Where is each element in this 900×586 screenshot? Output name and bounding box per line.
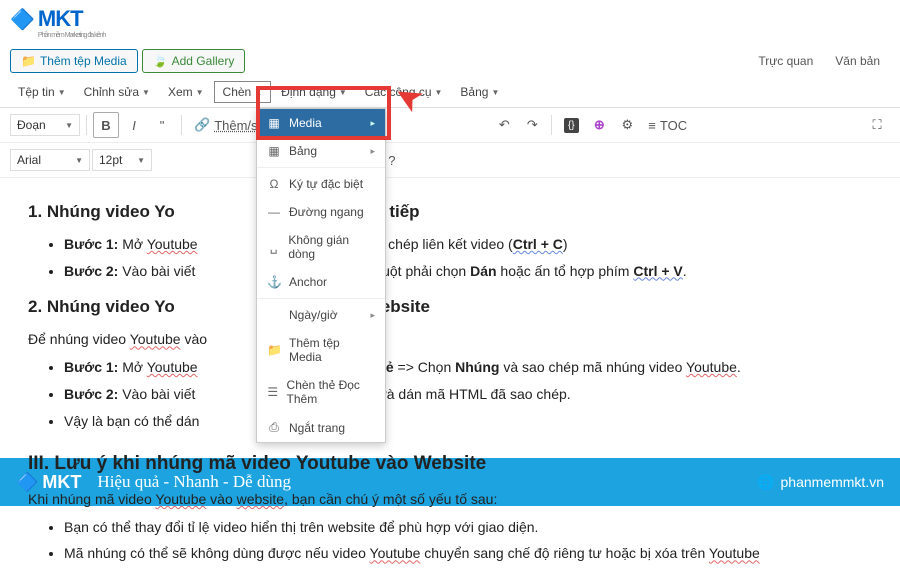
- italic-button[interactable]: I: [121, 112, 147, 138]
- dropdown-hr[interactable]: —Đường ngang: [257, 198, 385, 226]
- media-button-row: 📁 Thêm tệp Media 🍃 Add Gallery Trực quan…: [0, 45, 900, 77]
- dropdown-special-char[interactable]: ΩKý tự đặc biệt: [257, 170, 385, 198]
- tab-text[interactable]: Văn bản: [825, 50, 890, 72]
- anchor-icon: ⚓: [267, 275, 281, 289]
- dropdown-media[interactable]: ▦Media▸: [257, 109, 385, 137]
- menu-format[interactable]: Định dạng▼: [273, 82, 355, 102]
- dropdown-page-break[interactable]: ⎙Ngắt trang: [257, 413, 385, 442]
- readmore-icon: ☰: [267, 385, 279, 399]
- menu-edit[interactable]: Chỉnh sửa▼: [76, 82, 158, 102]
- table-icon: ▦: [267, 144, 281, 158]
- brand-logo: 🔷 MKT Phần mềm Marketing đa kênh: [10, 6, 105, 39]
- logo-icon: 🔷: [10, 7, 34, 32]
- menu-table[interactable]: Bảng▼: [452, 82, 507, 102]
- dropdown-read-more[interactable]: ☰Chèn thẻ Đọc Thêm: [257, 371, 385, 413]
- heading-2: 2. Nhúng video Yoxxxxxxxxxxxxxxxx trên w…: [28, 293, 872, 322]
- redo-button[interactable]: ↷: [519, 112, 545, 138]
- menu-insert[interactable]: Chèn▲: [214, 81, 272, 103]
- font-family-select[interactable]: Arial▼: [10, 149, 90, 171]
- fullscreen-button[interactable]: ⛶: [864, 112, 890, 138]
- quote-button[interactable]: ": [149, 112, 175, 138]
- add-media-icon: 📁: [267, 343, 281, 357]
- tab-visual[interactable]: Trực quan: [748, 50, 823, 72]
- dropdown-anchor[interactable]: ⚓Anchor: [257, 268, 385, 296]
- dropdown-nbsp[interactable]: ␣Không gián dòng: [257, 226, 385, 268]
- nbsp-icon: ␣: [267, 240, 280, 254]
- header: 🔷 MKT Phần mềm Marketing đa kênh: [0, 0, 900, 45]
- plugin-button[interactable]: ⊕: [586, 112, 612, 138]
- paragraph-select[interactable]: Đoạn▼: [10, 114, 80, 136]
- pagebreak-icon: ⎙: [267, 420, 281, 435]
- add-gallery-button[interactable]: 🍃 Add Gallery: [142, 49, 246, 73]
- heading-3: III. Lưu ý khi nhúng mã video Youtube và…: [28, 448, 872, 480]
- dropdown-add-media[interactable]: 📁Thêm tệp Media: [257, 329, 385, 371]
- media-icon: ▦: [267, 116, 281, 130]
- undo-button[interactable]: ↶: [491, 112, 517, 138]
- media-icon: 📁: [21, 54, 36, 68]
- toc-button[interactable]: ≡ TOC: [642, 112, 693, 138]
- bold-button[interactable]: B: [93, 112, 119, 138]
- heading-1: 1. Nhúng video Yoxxxxxxxxxxxxxxxxite trự…: [28, 198, 872, 227]
- insert-dropdown: ▦Media▸ ▦Bảng▸ ΩKý tự đặc biệt —Đường ng…: [256, 108, 386, 443]
- toolbar-row-1: Đoạn▼ B I " 🔗 Thêm/sửa đường dẫn ↶ ↷ {} …: [0, 108, 900, 143]
- omega-icon: Ω: [267, 177, 281, 191]
- code-button[interactable]: {}: [558, 112, 584, 138]
- add-media-button[interactable]: 📁 Thêm tệp Media: [10, 49, 138, 73]
- hr-icon: —: [267, 205, 281, 219]
- gear-button[interactable]: ⚙: [614, 112, 640, 138]
- editor-menubar: Tệp tin▼ Chỉnh sửa▼ Xem▼ Chèn▲ Định dạng…: [0, 77, 900, 108]
- menu-view[interactable]: Xem▼: [160, 82, 212, 102]
- leaf-icon: 🍃: [153, 54, 168, 68]
- menu-tools[interactable]: Các công cụ▼: [357, 82, 451, 102]
- editor-content[interactable]: 1. Nhúng video Yoxxxxxxxxxxxxxxxxite trự…: [0, 178, 900, 586]
- toolbar-row-2: Arial▼ 12pt▼ A ▼ ▦ ▼ ?: [0, 143, 900, 178]
- dropdown-table[interactable]: ▦Bảng▸: [257, 137, 385, 165]
- menu-file[interactable]: Tệp tin▼: [10, 82, 74, 102]
- font-size-select[interactable]: 12pt▼: [92, 149, 152, 171]
- dropdown-datetime[interactable]: Ngày/giờ▸: [257, 301, 385, 329]
